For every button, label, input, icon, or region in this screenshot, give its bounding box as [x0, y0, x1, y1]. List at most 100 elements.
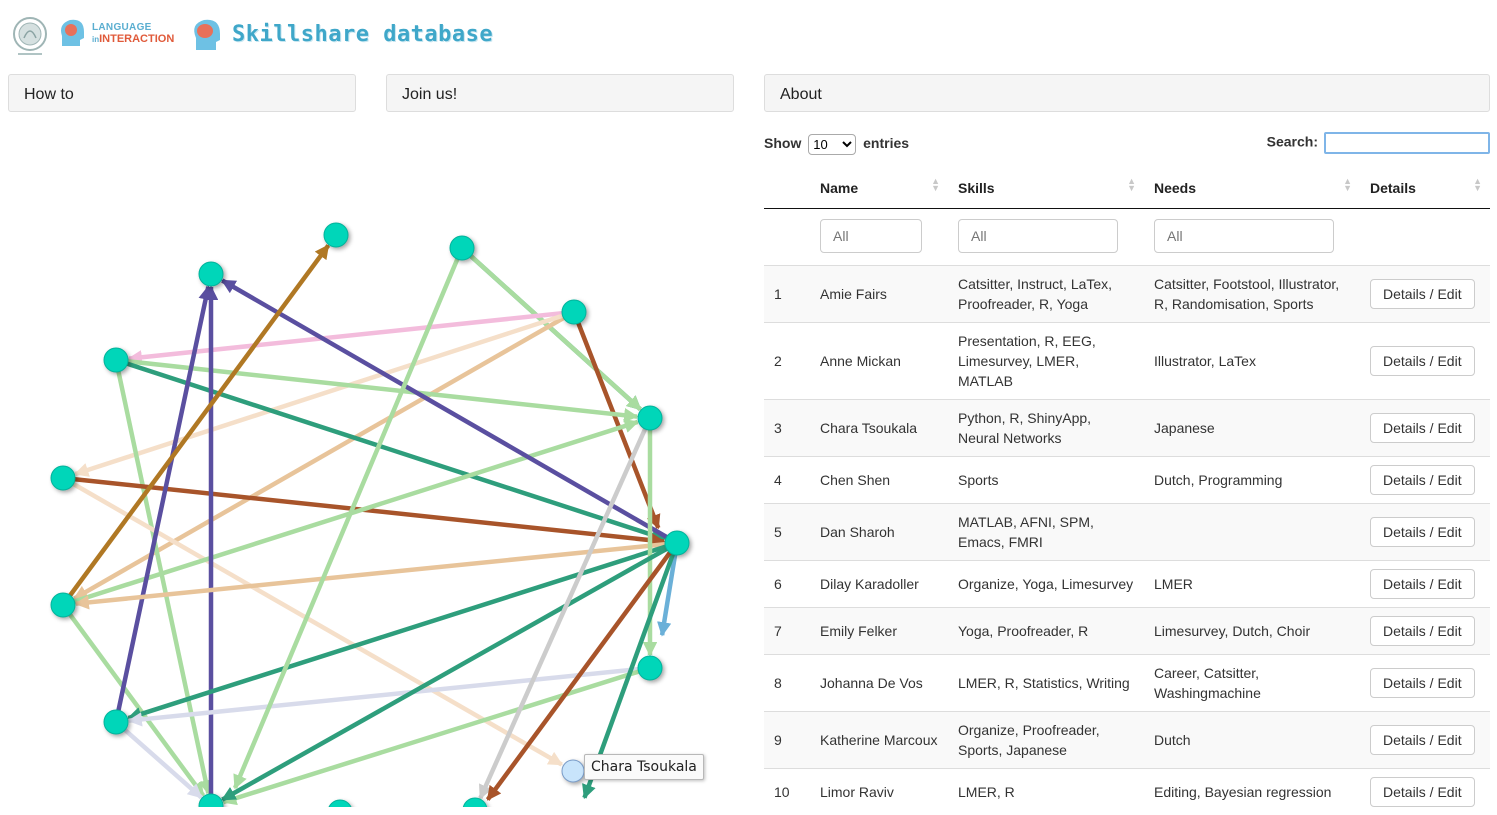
row-number: 10 [764, 769, 810, 815]
brain-head-icon [190, 16, 222, 52]
details-edit-button[interactable]: Details / Edit [1370, 777, 1475, 807]
cell-skills: Python, R, ShinyApp, Neural Networks [948, 400, 1144, 457]
sort-icon: ▲▼ [1127, 178, 1136, 192]
mpi-logo [12, 14, 48, 58]
table-header-row: Name▲▼ Skills▲▼ Needs▲▼ Details▲▼ [764, 168, 1490, 209]
logo-text-language: LANGUAGE [92, 22, 152, 33]
skill-network-graph[interactable] [0, 120, 750, 807]
graph-node[interactable] [104, 348, 128, 372]
skills-table: Name▲▼ Skills▲▼ Needs▲▼ Details▲▼ 1Amie … [764, 168, 1490, 815]
row-number: 4 [764, 457, 810, 504]
graph-edge [462, 248, 640, 409]
node-tooltip: Chara Tsoukala [584, 754, 704, 780]
graph-node[interactable] [665, 531, 689, 555]
cell-name: Dan Sharoh [810, 504, 948, 561]
cell-name: Amie Fairs [810, 266, 948, 323]
network-svg[interactable] [0, 120, 750, 807]
table-row: 9Katherine MarcouxOrganize, Proofreader,… [764, 712, 1490, 769]
table-row: 10Limor RavivLMER, REditing, Bayesian re… [764, 769, 1490, 815]
graph-node[interactable] [199, 262, 223, 286]
cell-needs: Limesurvey, Dutch, Choir [1144, 608, 1360, 655]
cell-needs [1144, 504, 1360, 561]
cell-skills: Catsitter, Instruct, LaTex, Proofreader,… [948, 266, 1144, 323]
cell-name: Dilay Karadoller [810, 561, 948, 608]
cell-skills: Yoga, Proofreader, R [948, 608, 1144, 655]
sort-icon: ▲▼ [931, 178, 940, 192]
details-edit-button[interactable]: Details / Edit [1370, 725, 1475, 755]
graph-node[interactable] [450, 236, 474, 260]
joinus-panel-toggle[interactable]: Join us! [386, 74, 734, 112]
graph-edge [63, 245, 328, 605]
cell-name: Limor Raviv [810, 769, 948, 815]
details-edit-button[interactable]: Details / Edit [1370, 413, 1475, 443]
column-header-details[interactable]: Details▲▼ [1360, 168, 1490, 209]
cell-skills: Sports [948, 457, 1144, 504]
graph-node-highlighted[interactable] [562, 760, 584, 782]
column-header-needs[interactable]: Needs▲▼ [1144, 168, 1360, 209]
skills-filter-input[interactable] [958, 219, 1118, 253]
cell-name: Johanna De Vos [810, 655, 948, 712]
table-row: 2Anne MickanPresentation, R, EEG, Limesu… [764, 323, 1490, 400]
about-panel-toggle[interactable]: About [764, 74, 1490, 112]
table-row: 1Amie FairsCatsitter, Instruct, LaTex, P… [764, 266, 1490, 323]
graph-node[interactable] [463, 798, 487, 807]
cell-skills: Organize, Proofreader, Sports, Japanese [948, 712, 1144, 769]
sort-icon: ▲▼ [1343, 178, 1352, 192]
cell-needs: Dutch, Programming [1144, 457, 1360, 504]
details-edit-button[interactable]: Details / Edit [1370, 569, 1475, 599]
graph-node[interactable] [638, 656, 662, 680]
details-edit-button[interactable]: Details / Edit [1370, 616, 1475, 646]
row-number: 1 [764, 266, 810, 323]
details-edit-button[interactable]: Details / Edit [1370, 517, 1475, 547]
cell-needs: Japanese [1144, 400, 1360, 457]
cell-needs: Dutch [1144, 712, 1360, 769]
cell-needs: Illustrator, LaTex [1144, 323, 1360, 400]
graph-node[interactable] [562, 300, 586, 324]
row-number: 9 [764, 712, 810, 769]
search-label: Search: [1267, 134, 1318, 150]
cell-skills: LMER, R [948, 769, 1144, 815]
graph-node[interactable] [328, 800, 352, 807]
row-number: 8 [764, 655, 810, 712]
graph-edge [480, 418, 650, 798]
details-edit-button[interactable]: Details / Edit [1370, 668, 1475, 698]
filter-row [764, 209, 1490, 266]
howto-panel-toggle[interactable]: How to [8, 74, 356, 112]
name-filter-input[interactable] [820, 219, 922, 253]
search-control: Search: [1267, 132, 1490, 154]
graph-node[interactable] [638, 406, 662, 430]
show-label: Show [764, 135, 801, 151]
graph-node[interactable] [51, 466, 75, 490]
column-header-name[interactable]: Name▲▼ [810, 168, 948, 209]
cell-skills: LMER, R, Statistics, Writing [948, 655, 1144, 712]
table-row: 5Dan SharohMATLAB, AFNI, SPM, Emacs, FMR… [764, 504, 1490, 561]
graph-node[interactable] [104, 710, 128, 734]
cell-skills: Presentation, R, EEG, Limesurvey, LMER, … [948, 323, 1144, 400]
graph-node[interactable] [51, 593, 75, 617]
column-header-skills[interactable]: Skills▲▼ [948, 168, 1144, 209]
logo-text-interaction: inINTERACTION [92, 33, 174, 45]
cell-name: Anne Mickan [810, 323, 948, 400]
cell-skills: Organize, Yoga, Limesurvey [948, 561, 1144, 608]
table-row: 4Chen ShenSportsDutch, ProgrammingDetail… [764, 457, 1490, 504]
cell-needs: Editing, Bayesian regression [1144, 769, 1360, 815]
cell-needs: Catsitter, Footstool, Illustrator, R, Ra… [1144, 266, 1360, 323]
language-in-interaction-logo: LANGUAGE inINTERACTION [56, 16, 186, 52]
sort-icon: ▲▼ [1473, 178, 1482, 192]
about-label: About [780, 86, 822, 103]
graph-edge [116, 287, 208, 722]
table-row: 3Chara TsoukalaPython, R, ShinyApp, Neur… [764, 400, 1490, 457]
joinus-label: Join us! [402, 86, 457, 103]
cell-name: Katherine Marcoux [810, 712, 948, 769]
needs-filter-input[interactable] [1154, 219, 1334, 253]
graph-node[interactable] [324, 223, 348, 247]
details-edit-button[interactable]: Details / Edit [1370, 279, 1475, 309]
header: LANGUAGE inINTERACTION Skillshare databa… [0, 0, 1497, 70]
page-length-select[interactable]: 10 [808, 134, 856, 155]
details-edit-button[interactable]: Details / Edit [1370, 346, 1475, 376]
row-number: 7 [764, 608, 810, 655]
details-edit-button[interactable]: Details / Edit [1370, 465, 1475, 495]
cell-name: Chara Tsoukala [810, 400, 948, 457]
search-input[interactable] [1324, 132, 1490, 154]
row-number: 6 [764, 561, 810, 608]
